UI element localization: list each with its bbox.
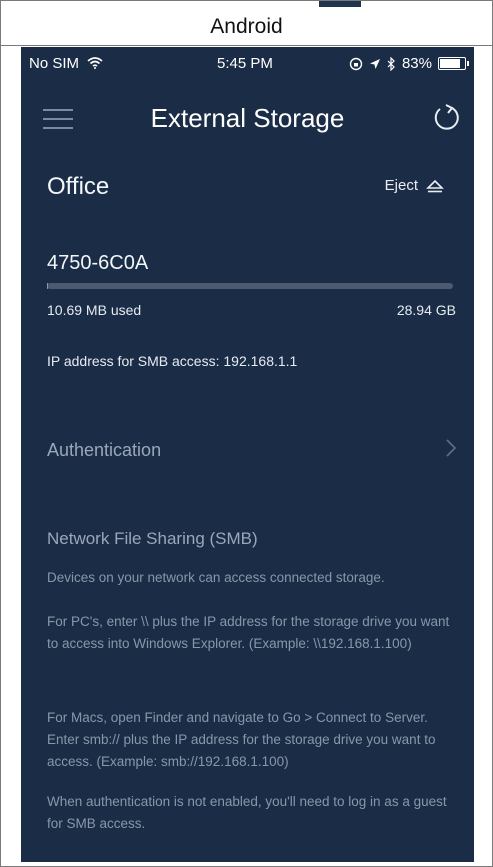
status-time: 5:45 PM (217, 55, 273, 72)
top-edge-mark (319, 1, 361, 7)
eject-button[interactable]: Eject (385, 177, 444, 194)
smb-paragraph: For PC's, enter \\ plus the IP address f… (47, 614, 450, 651)
battery-icon (438, 57, 469, 70)
smb-paragraph: Devices on your network can access conne… (47, 570, 385, 585)
authentication-label: Authentication (47, 440, 162, 460)
storage-location-title: Office (47, 173, 110, 200)
app-header: External Storage (21, 95, 474, 143)
refresh-icon[interactable] (430, 101, 464, 135)
battery-percent: 83% (401, 55, 432, 72)
status-bar: No SIM 5:45 PM 83% (21, 47, 474, 77)
storage-usage-bar (47, 283, 453, 289)
chevron-right-icon (446, 439, 457, 457)
figure-frame: Android No SIM 5:45 PM 83% External Stor… (0, 0, 493, 867)
used-space-label: 10.69 MB used (47, 302, 142, 318)
eject-label: Eject (384, 177, 418, 194)
page-title: External Storage (150, 103, 345, 133)
smb-paragraph: For Macs, open Finder and navigate to Go… (47, 710, 436, 769)
total-space-label: 28.94 GB (396, 302, 456, 318)
smb-paragraph: When authentication is not enabled, you'… (47, 794, 447, 831)
battery-level (440, 59, 460, 68)
carrier-text: No SIM (29, 55, 80, 72)
platform-caption: Android (1, 9, 492, 46)
eject-icon (426, 179, 444, 192)
wifi-icon (87, 57, 103, 69)
status-right: 83% (349, 55, 469, 72)
device-name: 4750-6C0A (47, 252, 149, 274)
smb-ip-address: IP address for SMB access: 192.168.1.1 (47, 353, 298, 369)
smb-section-title: Network File Sharing (SMB) (47, 529, 258, 548)
location-icon (369, 58, 380, 69)
lock-rotation-icon (349, 57, 363, 70)
bluetooth-icon (387, 56, 395, 71)
phone-screen: No SIM 5:45 PM 83% External Storage Offi… (21, 47, 474, 862)
authentication-row[interactable]: Authentication (21, 425, 474, 475)
status-left: No SIM (29, 55, 103, 72)
